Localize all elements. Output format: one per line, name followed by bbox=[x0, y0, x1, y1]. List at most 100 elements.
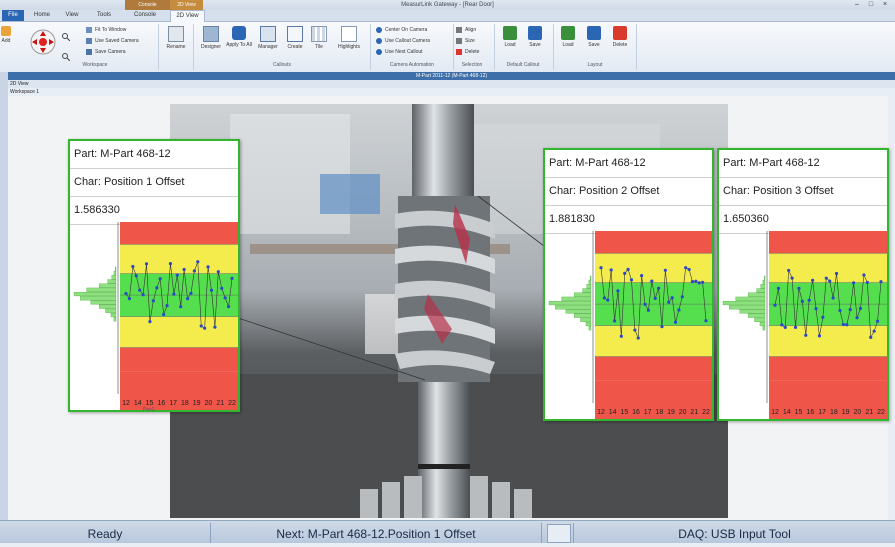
data-point bbox=[804, 333, 808, 337]
data-point bbox=[690, 280, 695, 284]
x-tick-label: 17 bbox=[169, 400, 177, 407]
histogram-bar bbox=[756, 288, 766, 293]
histogram-bar bbox=[759, 321, 766, 327]
histogram-bar bbox=[735, 296, 766, 301]
data-point bbox=[684, 266, 688, 270]
data-point bbox=[134, 274, 138, 278]
callout-part-label: Part: M-Part 468-12 bbox=[719, 150, 887, 178]
data-point bbox=[701, 280, 705, 284]
data-point bbox=[824, 276, 828, 280]
data-point bbox=[879, 280, 883, 284]
histogram-bar bbox=[555, 305, 592, 310]
histogram-bar bbox=[99, 283, 117, 288]
histogram-bar bbox=[111, 275, 117, 280]
data-point bbox=[636, 336, 640, 340]
x-tick-label: 19 bbox=[667, 409, 675, 416]
data-point bbox=[783, 325, 787, 330]
x-tick-label: 14 bbox=[609, 409, 617, 416]
data-point bbox=[602, 296, 606, 300]
data-point bbox=[148, 320, 152, 324]
data-point bbox=[124, 291, 128, 296]
data-point bbox=[646, 308, 651, 312]
histogram-bar bbox=[105, 308, 117, 313]
data-point bbox=[209, 288, 214, 292]
chart-zone bbox=[120, 222, 238, 245]
data-point bbox=[780, 323, 784, 327]
histogram-bar bbox=[760, 284, 766, 289]
x-tick-label: 19 bbox=[193, 400, 201, 407]
histogram-bar bbox=[73, 291, 117, 297]
callout-position-3[interactable]: Part: M-Part 468-12 Char: Position 3 Off… bbox=[717, 148, 889, 421]
x-tick-label: 17 bbox=[818, 409, 826, 416]
status-indicator[interactable] bbox=[547, 524, 571, 543]
data-point bbox=[653, 296, 657, 301]
data-point bbox=[223, 296, 227, 300]
x-tick-label: 20 bbox=[679, 409, 687, 416]
data-point bbox=[660, 325, 664, 329]
histogram-bar bbox=[588, 326, 592, 331]
data-point bbox=[776, 286, 781, 290]
data-point bbox=[175, 273, 179, 277]
data-point bbox=[179, 305, 183, 309]
data-point bbox=[640, 273, 644, 278]
x-tick-label: 16 bbox=[157, 400, 165, 407]
callout-position-2[interactable]: Part: M-Part 468-12 Char: Position 2 Off… bbox=[543, 148, 714, 421]
data-point bbox=[865, 280, 869, 285]
callout-part-label: Part: M-Part 468-12 bbox=[545, 150, 712, 178]
data-point bbox=[196, 260, 200, 264]
data-point bbox=[862, 273, 866, 277]
data-point bbox=[814, 307, 818, 311]
data-point bbox=[185, 297, 190, 301]
data-point bbox=[643, 302, 647, 306]
callout-position-1[interactable]: Part: M-Part 468-12 Char: Position 1 Off… bbox=[68, 139, 240, 412]
chart-zone bbox=[769, 253, 887, 283]
chart-zone bbox=[769, 380, 887, 403]
data-point bbox=[155, 286, 159, 290]
data-point bbox=[172, 292, 176, 296]
x-tick-label: 17 bbox=[644, 409, 652, 416]
histogram-bar bbox=[762, 326, 766, 331]
x-tick-label: 20 bbox=[854, 409, 862, 416]
chart-zone bbox=[769, 325, 887, 357]
x-tick-label: 21 bbox=[865, 409, 873, 416]
data-point bbox=[704, 319, 708, 323]
x-tick-label: 16 bbox=[806, 409, 814, 416]
data-point bbox=[838, 308, 842, 313]
chart-zone bbox=[120, 244, 238, 274]
data-point bbox=[875, 319, 880, 323]
data-point bbox=[807, 298, 811, 302]
data-point bbox=[680, 295, 684, 299]
data-point bbox=[797, 286, 801, 291]
chart-zone bbox=[595, 356, 712, 381]
data-point bbox=[656, 286, 661, 290]
data-point bbox=[216, 270, 220, 274]
data-point bbox=[869, 335, 873, 339]
x-tick-label: 12 bbox=[122, 400, 130, 407]
data-point bbox=[858, 306, 863, 311]
data-point bbox=[670, 296, 674, 300]
data-point bbox=[677, 308, 681, 312]
x-tick-label: 14 bbox=[783, 409, 791, 416]
x-tick-label: 12 bbox=[771, 409, 779, 416]
x-tick-label: 21 bbox=[690, 409, 698, 416]
data-point bbox=[817, 334, 822, 338]
chart-zone bbox=[595, 325, 712, 357]
status-ready: Ready bbox=[87, 527, 123, 541]
data-point bbox=[841, 322, 845, 327]
x-tick-label: 16 bbox=[632, 409, 640, 416]
data-point bbox=[151, 299, 155, 303]
histogram-bar bbox=[561, 296, 592, 301]
x-tick-label: 18 bbox=[655, 409, 663, 416]
chart-zone bbox=[120, 316, 238, 348]
histogram-bar bbox=[754, 317, 766, 322]
data-point bbox=[629, 278, 634, 282]
data-point bbox=[787, 268, 791, 273]
histogram-bar bbox=[582, 288, 592, 293]
chart-zone bbox=[769, 231, 887, 254]
data-point bbox=[162, 312, 166, 317]
x-tick-label: 15 bbox=[795, 409, 803, 416]
histogram-bar bbox=[748, 292, 766, 297]
callout-footer: Pos1 bbox=[143, 407, 155, 413]
callout-part-label: Part: M-Part 468-12 bbox=[70, 141, 238, 169]
chart-zone bbox=[595, 231, 712, 254]
